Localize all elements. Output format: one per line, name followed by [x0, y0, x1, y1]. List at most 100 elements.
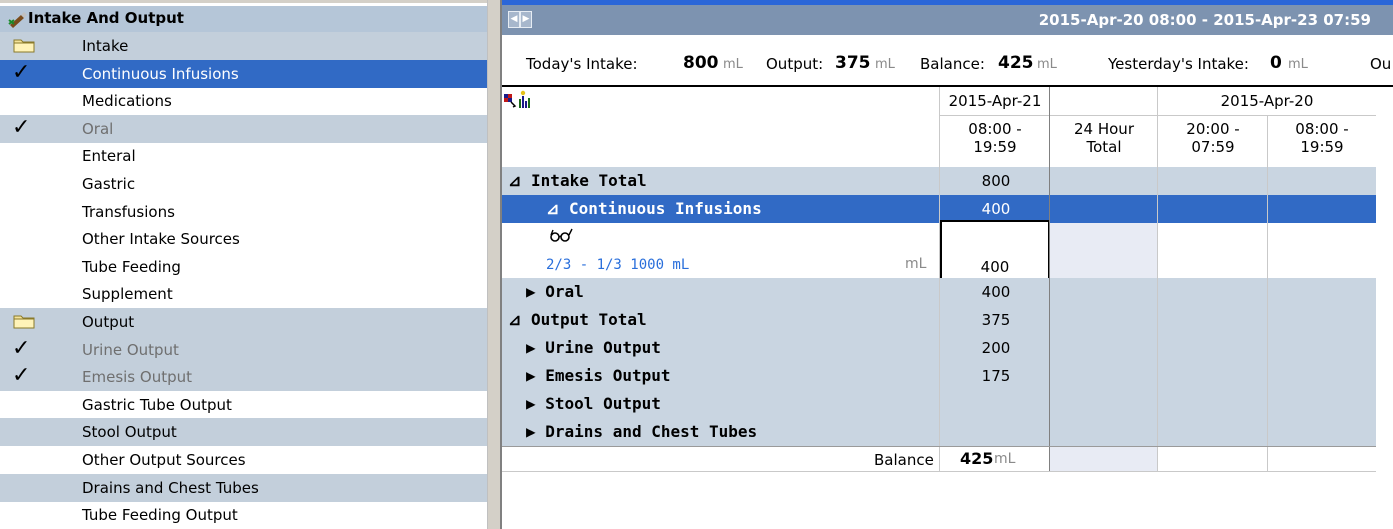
column-header-0800-1959-a[interactable]: 08:00 - 19:59	[940, 120, 1050, 156]
today-intake-value: 800	[683, 53, 719, 73]
column-date-2015-apr-21[interactable]: 2015-Apr-21	[940, 92, 1050, 110]
summary-bar: Today's Intake: 800 mL Output: 375 mL Ba…	[502, 45, 1393, 81]
date-range-bar: ◀ ▶ 2015-Apr-20 08:00 - 2015-Apr-23 07:5…	[502, 5, 1393, 35]
balance-row-value: 425	[960, 449, 994, 468]
nav-item-label: Medications	[82, 92, 172, 111]
today-intake-label: Today's Intake:	[526, 55, 638, 73]
output-value: 375	[835, 53, 871, 73]
column-time-end: 19:59	[973, 138, 1017, 156]
flowsheet-toolbar-icon[interactable]	[503, 90, 533, 112]
next-range-button[interactable]: ▶	[520, 11, 532, 28]
header-divider	[940, 115, 1376, 116]
flowsheet-panel: ◀ ▶ 2015-Apr-20 08:00 - 2015-Apr-23 07:5…	[502, 0, 1393, 529]
yesterday-intake-label: Yesterday's Intake:	[1108, 55, 1249, 73]
nav-item-output[interactable]: Output	[0, 308, 487, 336]
column-time-start: 20:00 -	[1186, 120, 1240, 138]
navigator-title: Intake And Output	[28, 9, 184, 27]
column-time-end: 19:59	[1300, 138, 1344, 156]
balance-value: 425	[998, 53, 1034, 73]
nav-item-other-output-sources[interactable]: Other Output Sources	[0, 446, 487, 474]
checkmark-icon: ✓	[12, 59, 31, 85]
glasses-icon[interactable]	[548, 227, 574, 243]
nav-item-medications[interactable]: Medications	[0, 87, 487, 115]
navigator-header[interactable]: Intake And Output	[0, 6, 487, 32]
nav-item-urine-output[interactable]: ✓ Urine Output	[0, 335, 487, 364]
balance-unit: mL	[1037, 57, 1057, 72]
nav-item-continuous-infusions[interactable]: ✓ Continuous Infusions	[0, 59, 487, 88]
yesterday-intake-unit: mL	[1288, 57, 1308, 72]
nav-item-label: Tube Feeding Output	[82, 506, 238, 525]
nav-item-label: Intake	[82, 37, 129, 55]
column-time-end: 07:59	[1191, 138, 1235, 156]
row-value: 375	[981, 311, 1011, 329]
row-label: ⊿ Output Total	[508, 310, 647, 329]
nav-item-label: Tube Feeding	[82, 257, 181, 276]
column-header-2000-0759[interactable]: 20:00 - 07:59	[1158, 120, 1268, 156]
row-label: ▶ Oral	[526, 282, 584, 301]
empty-cell[interactable]	[1050, 446, 1158, 472]
nav-item-label: Other Output Sources	[82, 451, 246, 469]
row-value: 175	[981, 367, 1011, 385]
nav-item-label: Oral	[82, 119, 114, 138]
row-value: 400	[981, 200, 1011, 218]
nav-item-label: Drains and Chest Tubes	[82, 478, 259, 497]
nav-item-emesis-output[interactable]: ✓ Emesis Output	[0, 363, 487, 392]
nav-item-label: Urine Output	[82, 340, 179, 359]
nav-item-oral[interactable]: ✓ Oral	[0, 114, 487, 143]
grid-line	[502, 446, 1376, 447]
grid-line	[1157, 87, 1158, 472]
nav-item-transfusions[interactable]: Transfusions	[0, 198, 487, 226]
column-header-24-hour-total[interactable]: 24 Hour Total	[1050, 120, 1158, 156]
row-label: ⊿ Continuous Infusions	[546, 199, 762, 218]
column-time-start: 08:00 -	[1295, 120, 1349, 138]
row-label: ▶ Stool Output	[526, 394, 661, 413]
nav-item-enteral[interactable]: Enteral	[0, 142, 487, 170]
nav-item-tube-feeding[interactable]: Tube Feeding	[0, 253, 487, 281]
nav-item-label: Gastric	[82, 175, 136, 193]
nav-item-label: Stool Output	[82, 423, 177, 442]
nav-item-label: Output	[82, 313, 135, 331]
nav-item-stool-output[interactable]: Stool Output	[0, 418, 487, 447]
grid-line	[502, 471, 1376, 472]
nav-item-tube-feeding-output[interactable]: Tube Feeding Output	[0, 501, 487, 529]
row-value: 800	[981, 172, 1011, 190]
folder-icon	[13, 315, 35, 329]
nav-item-gastric-tube-output[interactable]: Gastric Tube Output	[0, 391, 487, 419]
folder-icon	[13, 39, 35, 53]
nav-item-other-intake-sources[interactable]: Other Intake Sources	[0, 225, 487, 253]
balance-label: Balance:	[920, 55, 985, 73]
column-header-0800-1959-b[interactable]: 08:00 - 19:59	[1268, 120, 1376, 156]
empty-cell[interactable]	[1050, 223, 1158, 278]
yesterday-intake-value: 0	[1270, 53, 1282, 73]
checkmark-icon: ✓	[12, 363, 31, 389]
nav-item-supplement[interactable]: Supplement	[0, 280, 487, 308]
summary-divider	[502, 85, 1393, 87]
output-label: Output:	[766, 55, 824, 73]
nav-item-label: Supplement	[82, 285, 173, 304]
active-entry-cell[interactable]: 400	[940, 220, 1050, 280]
nav-item-label: Emesis Output	[82, 368, 192, 387]
nav-item-label: Transfusions	[82, 202, 175, 221]
checkmark-icon: ✓	[12, 335, 31, 361]
panel-splitter[interactable]	[487, 0, 502, 529]
intake-output-icon	[8, 12, 27, 28]
infusion-item-link[interactable]: 2/3 - 1/3 1000 mL	[546, 257, 689, 273]
row-label: ▶ Emesis Output	[526, 366, 671, 385]
nav-item-drains-and-chest-tubes[interactable]: Drains and Chest Tubes	[0, 473, 487, 502]
infusion-item-unit: mL	[905, 256, 927, 272]
nav-item-gastric[interactable]: Gastric	[0, 170, 487, 198]
nav-item-label: Continuous Infusions	[82, 64, 239, 83]
column-time-start: 08:00 -	[968, 120, 1022, 138]
checkmark-icon: ✓	[12, 114, 31, 140]
nav-item-intake[interactable]: Intake	[0, 32, 487, 60]
today-intake-unit: mL	[723, 57, 743, 72]
grid-line	[1049, 87, 1050, 472]
row-value: 200	[981, 339, 1011, 357]
row-label: ▶ Urine Output	[526, 338, 661, 357]
previous-range-button[interactable]: ◀	[508, 11, 520, 28]
column-date-2015-apr-20[interactable]: 2015-Apr-20	[1158, 92, 1376, 110]
navigator-panel: Intake And Output Intake ✓ Continuous Infu…	[0, 0, 487, 529]
grid-line	[939, 87, 940, 472]
yesterday-output-label-truncated: Ou	[1370, 55, 1392, 73]
active-entry-value: 400	[980, 258, 1010, 276]
